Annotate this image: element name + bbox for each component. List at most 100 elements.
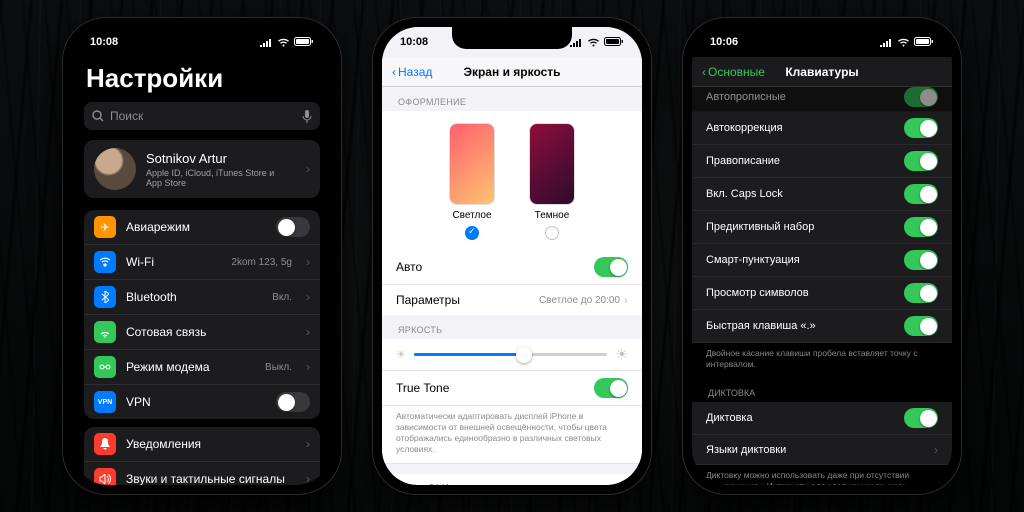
row-label: Правописание — [706, 155, 904, 167]
status-indicators — [879, 37, 934, 47]
row-keyboard-option[interactable]: Предиктивный набор — [692, 211, 952, 244]
auto-toggle[interactable] — [594, 257, 628, 277]
option-toggle[interactable] — [904, 151, 938, 171]
vpn-icon: VPN — [94, 391, 116, 413]
sounds-icon — [94, 468, 116, 485]
row-bluetooth[interactable]: Bluetooth Вкл. › — [84, 280, 320, 315]
row-nightshift[interactable]: Night Shift 23:45 — 08:30 › — [382, 474, 642, 485]
row-label: Языки диктовки — [706, 444, 930, 456]
chevron-right-icon: › — [306, 325, 310, 339]
row-label: Режим модема — [126, 360, 255, 374]
bluetooth-icon — [94, 286, 116, 308]
back-button[interactable]: ‹ Назад — [392, 65, 432, 79]
option-toggle[interactable] — [904, 118, 938, 138]
option-toggle[interactable] — [904, 316, 938, 336]
row-label: True Tone — [396, 381, 594, 395]
dictation-toggle[interactable] — [904, 408, 938, 428]
row-label: Диктовка — [706, 412, 904, 424]
row-sounds[interactable]: Звуки и тактильные сигналы › — [84, 462, 320, 485]
row-label: Wi-Fi — [126, 255, 221, 269]
hotspot-icon — [94, 356, 116, 378]
navbar: ‹ Основные Клавиатуры — [692, 57, 952, 87]
truetone-toggle[interactable] — [594, 378, 628, 398]
row-keyboard-option[interactable]: Просмотр символов — [692, 277, 952, 310]
option-toggle[interactable] — [904, 217, 938, 237]
row-airplane[interactable]: ✈ Авиарежим — [84, 210, 320, 245]
row-keyboard-option[interactable]: Вкл. Caps Lock — [692, 178, 952, 211]
group-connectivity: ✈ Авиарежим Wi-Fi 2kom 123, 5g › — [84, 210, 320, 419]
apple-id-row[interactable]: Sotnikov Artur Apple ID, iCloud, iTunes … — [84, 140, 320, 198]
status-indicators — [569, 37, 624, 47]
note-dictation: Диктовку можно использовать даже при отс… — [692, 465, 952, 485]
back-button[interactable]: ‹ Основные — [702, 65, 765, 79]
row-label: Night Shift — [396, 482, 554, 485]
truetone-note: Автоматически адаптировать дисплей iPhon… — [382, 406, 642, 464]
back-label: Основные — [708, 65, 765, 79]
status-time: 10:08 — [400, 36, 428, 48]
row-label: Просмотр символов — [706, 287, 904, 299]
row-label: Автокоррекция — [706, 122, 904, 134]
row-label: Параметры — [396, 293, 539, 307]
row-label: VPN — [126, 395, 266, 409]
row-label: Быстрая клавиша «.» — [706, 320, 904, 332]
row-keyboard-option[interactable]: Смарт-пунктуация — [692, 244, 952, 277]
appearance-picker: Светлое Темное — [382, 111, 642, 250]
appearance-dark[interactable]: Темное — [529, 123, 575, 240]
row-cellular[interactable]: Сотовая связь › — [84, 315, 320, 350]
status-time: 10:06 — [710, 36, 738, 48]
battery-icon — [604, 37, 624, 47]
status-indicators — [259, 37, 314, 47]
appearance-light-label: Светлое — [452, 210, 491, 221]
row-keyboard-option[interactable]: Правописание — [692, 145, 952, 178]
radio-selected[interactable] — [465, 226, 479, 240]
option-toggle[interactable] — [904, 184, 938, 204]
notch — [142, 27, 262, 49]
brightness-slider[interactable] — [414, 353, 608, 356]
row-brightness-slider[interactable]: ☀ ☀ — [382, 339, 642, 371]
row-wifi[interactable]: Wi-Fi 2kom 123, 5g › — [84, 245, 320, 280]
row-keyboard-option[interactable]: Автокоррекция — [692, 112, 952, 145]
chevron-right-icon: › — [934, 443, 938, 457]
wifi-icon — [897, 38, 910, 47]
row-label: Вкл. Caps Lock — [706, 188, 904, 200]
appearance-light[interactable]: Светлое — [449, 123, 495, 240]
row-keyboard-option[interactable]: Быстрая клавиша «.» — [692, 310, 952, 343]
row-dictation[interactable]: Диктовка — [692, 402, 952, 435]
row-keyboard-option[interactable]: Автопрописные — [692, 87, 952, 112]
mic-icon[interactable] — [302, 110, 312, 123]
row-dictation-languages[interactable]: Языки диктовки › — [692, 435, 952, 465]
chevron-right-icon: › — [306, 437, 310, 451]
row-value: Светлое до 20:00 — [539, 295, 620, 306]
notch — [452, 27, 572, 49]
section-brightness: ЯРКОСТЬ — [382, 315, 642, 339]
option-toggle[interactable] — [904, 250, 938, 270]
row-label: Bluetooth — [126, 290, 262, 304]
row-vpn[interactable]: VPN VPN — [84, 385, 320, 419]
vpn-toggle[interactable] — [276, 392, 310, 412]
option-toggle[interactable] — [904, 87, 938, 107]
row-label: Предиктивный набор — [706, 221, 904, 233]
row-auto[interactable]: Авто — [382, 250, 642, 285]
option-toggle[interactable] — [904, 283, 938, 303]
row-truetone[interactable]: True Tone — [382, 371, 642, 406]
notch — [762, 27, 882, 49]
row-value: 23:45 — 08:30 — [554, 484, 620, 485]
chevron-right-icon: › — [306, 255, 310, 269]
airplane-toggle[interactable] — [276, 217, 310, 237]
row-label: Автопрописные — [706, 91, 904, 103]
chevron-left-icon: ‹ — [392, 65, 396, 79]
radio-unselected[interactable] — [545, 226, 559, 240]
row-notifications[interactable]: Уведомления › — [84, 427, 320, 462]
row-label: Уведомления — [126, 437, 292, 451]
appearance-dark-preview — [529, 123, 575, 205]
row-params[interactable]: Параметры Светлое до 20:00 › — [382, 285, 642, 315]
phone-settings-root: 10:08 Настройки Поиск Sotnikov Artur — [62, 17, 342, 495]
navbar: ‹ Назад Экран и яркость — [382, 57, 642, 87]
row-hotspot[interactable]: Режим модема Выкл. › — [84, 350, 320, 385]
battery-icon — [294, 37, 314, 47]
search-icon — [92, 110, 104, 122]
phone-keyboards: 10:06 ‹ Основные Клавиатуры Автопрописны… — [682, 17, 962, 495]
profile-sub: Apple ID, iCloud, iTunes Store и App Sto… — [146, 168, 292, 188]
search-input[interactable]: Поиск — [84, 102, 320, 130]
chevron-right-icon: › — [306, 290, 310, 304]
